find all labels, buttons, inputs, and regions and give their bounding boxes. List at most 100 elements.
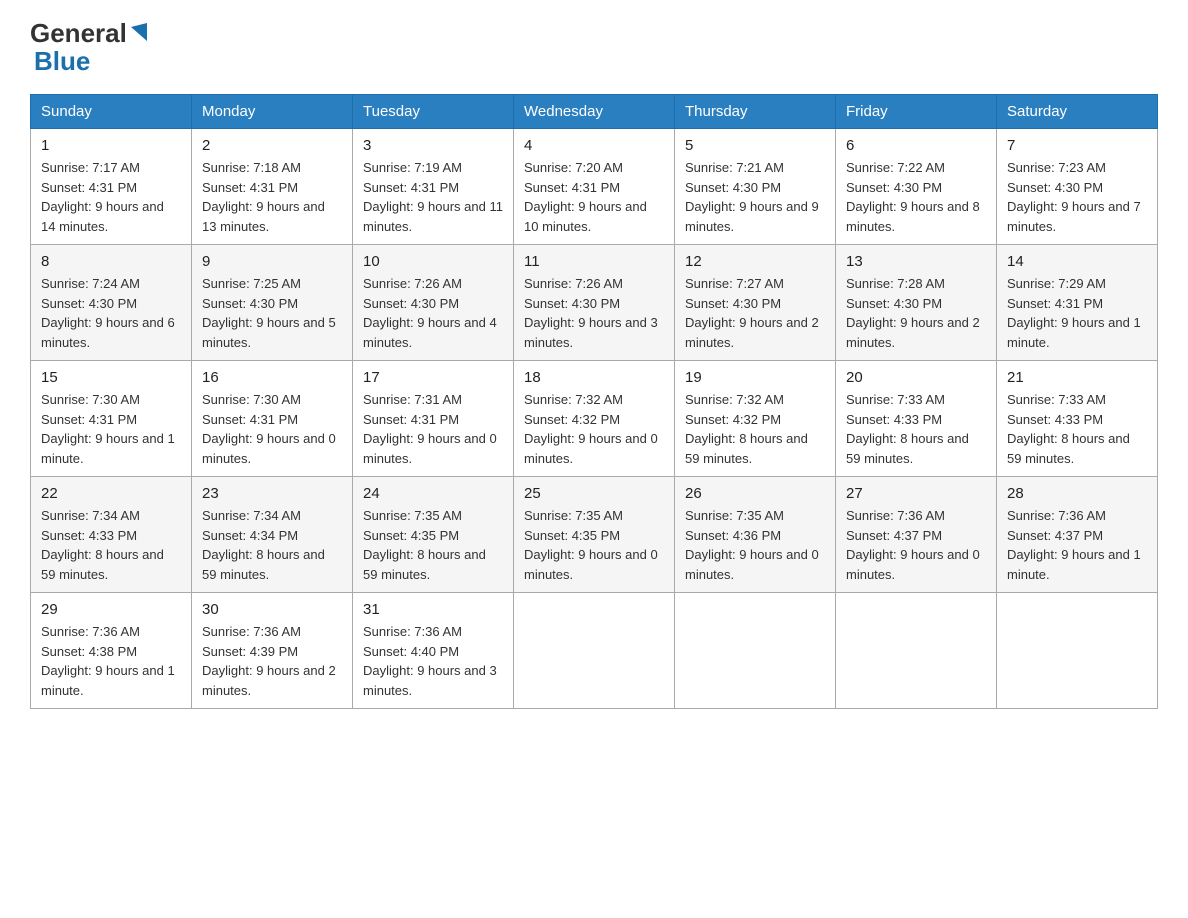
day-info: Sunrise: 7:36 AMSunset: 4:37 PMDaylight:…	[1007, 506, 1147, 584]
header-wednesday: Wednesday	[514, 95, 675, 129]
calendar-cell: 9Sunrise: 7:25 AMSunset: 4:30 PMDaylight…	[192, 245, 353, 361]
calendar-cell: 20Sunrise: 7:33 AMSunset: 4:33 PMDayligh…	[836, 361, 997, 477]
day-number: 22	[41, 485, 181, 502]
week-row-3: 15 Sunrise: 7:30 AMSunset: 4:31 PMDayligh…	[31, 361, 1158, 477]
day-info: Sunrise: 7:29 AMSunset: 4:31 PMDaylight:…	[1007, 274, 1147, 352]
day-number: 15	[41, 369, 181, 386]
calendar-cell: 3Sunrise: 7:19 AMSunset: 4:31 PMDaylight…	[353, 129, 514, 245]
logo: General Blue	[30, 20, 149, 74]
logo-blue-text: Blue	[34, 48, 90, 74]
calendar-cell: 18 Sunrise: 7:32 AMSunset: 4:32 PMDayligh…	[514, 361, 675, 477]
calendar-cell: 5 Sunrise: 7:21 AMSunset: 4:30 PMDaylight…	[675, 129, 836, 245]
day-number: 12	[685, 253, 825, 270]
calendar-cell: 31 Sunrise: 7:36 AMSunset: 4:40 PMDayligh…	[353, 593, 514, 709]
header-sunday: Sunday	[31, 95, 192, 129]
day-info: Sunrise: 7:27 AMSunset: 4:30 PMDaylight:…	[685, 274, 825, 352]
day-number: 19	[685, 369, 825, 386]
day-number: 20	[846, 369, 986, 386]
header-tuesday: Tuesday	[353, 95, 514, 129]
header-friday: Friday	[836, 95, 997, 129]
day-number: 24	[363, 485, 503, 502]
calendar-cell: 25 Sunrise: 7:35 AMSunset: 4:35 PMDayligh…	[514, 477, 675, 593]
day-number: 31	[363, 601, 503, 618]
day-info: Sunrise: 7:26 AMSunset: 4:30 PMDaylight:…	[363, 274, 503, 352]
day-number: 27	[846, 485, 986, 502]
day-number: 26	[685, 485, 825, 502]
calendar-cell: 19 Sunrise: 7:32 AMSunset: 4:32 PMDayligh…	[675, 361, 836, 477]
day-info: Sunrise: 7:36 AMSunset: 4:39 PMDaylight:…	[202, 622, 342, 700]
day-number: 4	[524, 137, 664, 154]
day-number: 29	[41, 601, 181, 618]
calendar-cell: 28 Sunrise: 7:36 AMSunset: 4:37 PMDayligh…	[997, 477, 1158, 593]
logo-container: General Blue	[30, 20, 149, 74]
day-number: 8	[41, 253, 181, 270]
day-info: Sunrise: 7:36 AMSunset: 4:40 PMDaylight:…	[363, 622, 503, 700]
calendar-cell: 16Sunrise: 7:30 AMSunset: 4:31 PMDayligh…	[192, 361, 353, 477]
calendar-cell: 1 Sunrise: 7:17 AMSunset: 4:31 PMDaylight…	[31, 129, 192, 245]
day-info: Sunrise: 7:32 AMSunset: 4:32 PMDaylight:…	[685, 390, 825, 468]
calendar-cell: 4 Sunrise: 7:20 AMSunset: 4:31 PMDaylight…	[514, 129, 675, 245]
day-number: 10	[363, 253, 503, 270]
calendar-cell: 21 Sunrise: 7:33 AMSunset: 4:33 PMDayligh…	[997, 361, 1158, 477]
calendar-cell	[675, 593, 836, 709]
day-number: 21	[1007, 369, 1147, 386]
calendar-cell: 14 Sunrise: 7:29 AMSunset: 4:31 PMDayligh…	[997, 245, 1158, 361]
calendar-table: SundayMondayTuesdayWednesdayThursdayFrid…	[30, 94, 1158, 709]
day-number: 17	[363, 369, 503, 386]
week-row-1: 1 Sunrise: 7:17 AMSunset: 4:31 PMDaylight…	[31, 129, 1158, 245]
day-info: Sunrise: 7:18 AMSunset: 4:31 PMDaylight:…	[202, 158, 342, 236]
day-info: Sunrise: 7:24 AMSunset: 4:30 PMDaylight:…	[41, 274, 181, 352]
calendar-cell: 27 Sunrise: 7:36 AMSunset: 4:37 PMDayligh…	[836, 477, 997, 593]
day-number: 2	[202, 137, 342, 154]
day-info: Sunrise: 7:32 AMSunset: 4:32 PMDaylight:…	[524, 390, 664, 468]
day-info: Sunrise: 7:35 AMSunset: 4:35 PMDaylight:…	[363, 506, 503, 584]
day-info: Sunrise: 7:34 AMSunset: 4:33 PMDaylight:…	[41, 506, 181, 584]
day-number: 28	[1007, 485, 1147, 502]
day-info: Sunrise: 7:22 AMSunset: 4:30 PMDaylight:…	[846, 158, 986, 236]
day-info: Sunrise: 7:34 AMSunset: 4:34 PMDaylight:…	[202, 506, 342, 584]
day-info: Sunrise: 7:19 AMSunset: 4:31 PMDaylight:…	[363, 158, 503, 236]
calendar-cell: 10 Sunrise: 7:26 AMSunset: 4:30 PMDayligh…	[353, 245, 514, 361]
calendar-cell	[836, 593, 997, 709]
header-thursday: Thursday	[675, 95, 836, 129]
day-number: 18	[524, 369, 664, 386]
day-info: Sunrise: 7:23 AMSunset: 4:30 PMDaylight:…	[1007, 158, 1147, 236]
day-info: Sunrise: 7:35 AMSunset: 4:36 PMDaylight:…	[685, 506, 825, 584]
day-info: Sunrise: 7:35 AMSunset: 4:35 PMDaylight:…	[524, 506, 664, 584]
header: General Blue	[30, 20, 1158, 74]
day-number: 16	[202, 369, 342, 386]
day-number: 25	[524, 485, 664, 502]
calendar-cell: 15 Sunrise: 7:30 AMSunset: 4:31 PMDayligh…	[31, 361, 192, 477]
calendar-cell	[997, 593, 1158, 709]
day-number: 30	[202, 601, 342, 618]
day-number: 13	[846, 253, 986, 270]
header-monday: Monday	[192, 95, 353, 129]
day-info: Sunrise: 7:17 AMSunset: 4:31 PMDaylight:…	[41, 158, 181, 236]
day-info: Sunrise: 7:20 AMSunset: 4:31 PMDaylight:…	[524, 158, 664, 236]
calendar-cell: 26 Sunrise: 7:35 AMSunset: 4:36 PMDayligh…	[675, 477, 836, 593]
calendar-cell: 8 Sunrise: 7:24 AMSunset: 4:30 PMDaylight…	[31, 245, 192, 361]
day-info: Sunrise: 7:28 AMSunset: 4:30 PMDaylight:…	[846, 274, 986, 352]
calendar-cell: 30 Sunrise: 7:36 AMSunset: 4:39 PMDayligh…	[192, 593, 353, 709]
day-info: Sunrise: 7:36 AMSunset: 4:37 PMDaylight:…	[846, 506, 986, 584]
calendar-cell: 6Sunrise: 7:22 AMSunset: 4:30 PMDaylight…	[836, 129, 997, 245]
day-info: Sunrise: 7:31 AMSunset: 4:31 PMDaylight:…	[363, 390, 503, 468]
day-number: 5	[685, 137, 825, 154]
day-info: Sunrise: 7:21 AMSunset: 4:30 PMDaylight:…	[685, 158, 825, 236]
calendar-cell: 12 Sunrise: 7:27 AMSunset: 4:30 PMDayligh…	[675, 245, 836, 361]
day-info: Sunrise: 7:30 AMSunset: 4:31 PMDaylight:…	[41, 390, 181, 468]
calendar-cell: 24 Sunrise: 7:35 AMSunset: 4:35 PMDayligh…	[353, 477, 514, 593]
day-info: Sunrise: 7:33 AMSunset: 4:33 PMDaylight:…	[1007, 390, 1147, 468]
logo-general-text: General	[30, 20, 127, 46]
week-row-4: 22 Sunrise: 7:34 AMSunset: 4:33 PMDayligh…	[31, 477, 1158, 593]
day-number: 14	[1007, 253, 1147, 270]
calendar-cell: 13 Sunrise: 7:28 AMSunset: 4:30 PMDayligh…	[836, 245, 997, 361]
calendar-cell: 17 Sunrise: 7:31 AMSunset: 4:31 PMDayligh…	[353, 361, 514, 477]
day-number: 1	[41, 137, 181, 154]
calendar-header-row: SundayMondayTuesdayWednesdayThursdayFrid…	[31, 95, 1158, 129]
week-row-2: 8 Sunrise: 7:24 AMSunset: 4:30 PMDaylight…	[31, 245, 1158, 361]
day-number: 23	[202, 485, 342, 502]
calendar-cell: 22 Sunrise: 7:34 AMSunset: 4:33 PMDayligh…	[31, 477, 192, 593]
calendar-cell: 7Sunrise: 7:23 AMSunset: 4:30 PMDaylight…	[997, 129, 1158, 245]
logo-triangle-icon	[129, 21, 149, 43]
